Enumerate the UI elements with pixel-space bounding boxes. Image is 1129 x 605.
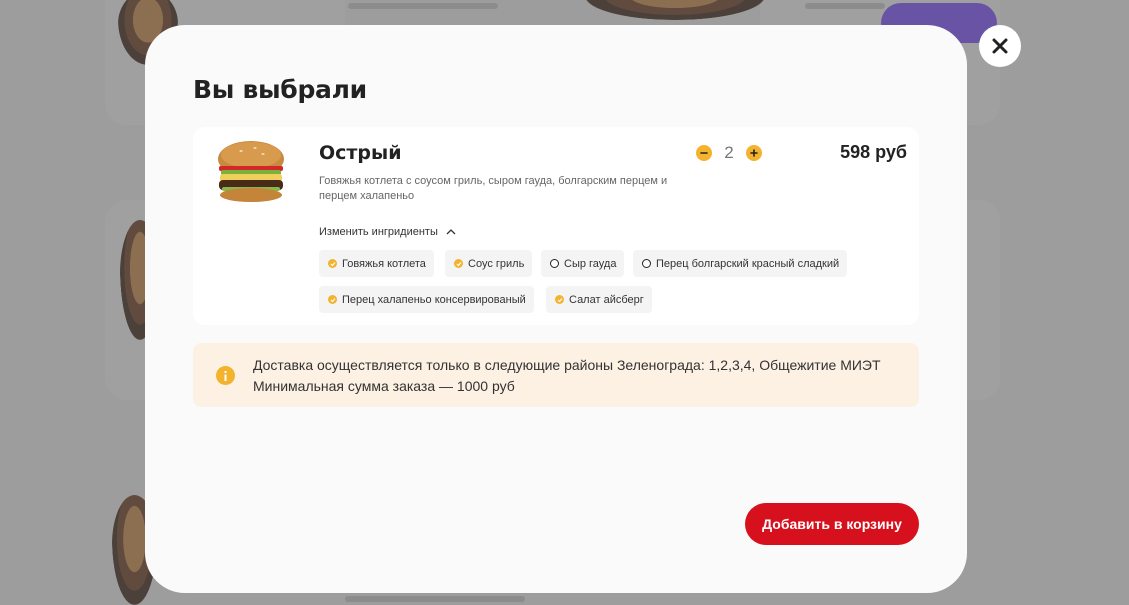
ingredient-label: Говяжья котлета — [342, 257, 426, 270]
quantity-stepper: 2 — [696, 143, 762, 163]
ingredient-chip[interactable]: Говяжья котлета — [319, 250, 434, 277]
increase-quantity-button[interactable] — [746, 145, 762, 161]
add-to-cart-button[interactable]: Добавить в корзину — [745, 503, 919, 545]
unchecked-circle-icon — [550, 259, 559, 268]
ingredient-chip[interactable]: Соус гриль — [445, 250, 533, 277]
close-icon — [992, 38, 1008, 54]
minus-icon — [700, 152, 708, 154]
order-modal: Вы выбрали Острый Говяжья котлета с соус… — [145, 25, 967, 593]
unchecked-circle-icon — [642, 259, 651, 268]
quantity-value: 2 — [724, 143, 734, 162]
ingredient-chip[interactable]: Перец болгарский красный сладкий — [633, 250, 848, 277]
change-ingredients-label: Изменить ингридиенты — [319, 226, 438, 238]
item-price: 598 руб — [840, 142, 907, 162]
chevron-up-icon — [446, 229, 456, 235]
change-ingredients-toggle[interactable]: Изменить ингридиенты — [319, 226, 456, 238]
info-icon — [216, 366, 235, 385]
plus-icon — [750, 149, 758, 157]
check-icon — [328, 295, 337, 304]
ingredient-label: Перец халапеньо консервированый — [342, 293, 526, 306]
delivery-notice-text: Доставка осуществляется только в следующ… — [253, 355, 881, 397]
ingredient-label: Соус гриль — [468, 257, 525, 270]
close-button[interactable] — [979, 25, 1021, 67]
item-description: Говяжья котлета с соусом гриль, сыром га… — [319, 175, 668, 202]
modal-title: Вы выбрали — [193, 75, 367, 104]
min-order-notice-line: Минимальная сумма заказа — 1000 руб — [253, 378, 515, 394]
check-icon — [555, 295, 564, 304]
delivery-notice-line: Доставка осуществляется только в следующ… — [253, 357, 881, 373]
burger-image — [218, 141, 284, 202]
ingredient-label: Перец болгарский красный сладкий — [656, 257, 840, 270]
ingredient-label: Сыр гауда — [564, 257, 617, 270]
selected-item-card: Острый Говяжья котлета с соусом гриль, с… — [193, 127, 919, 325]
ingredient-chip[interactable]: Салат айсберг — [546, 286, 652, 313]
ingredient-label: Салат айсберг — [569, 293, 644, 306]
ingredient-chip[interactable]: Сыр гауда — [541, 250, 625, 277]
check-icon — [454, 259, 463, 268]
ingredient-chip[interactable]: Перец халапеньо консервированый — [319, 286, 534, 313]
check-icon — [328, 259, 337, 268]
item-name: Острый — [319, 142, 402, 164]
decrease-quantity-button[interactable] — [696, 145, 712, 161]
delivery-notice: Доставка осуществляется только в следующ… — [193, 343, 919, 407]
